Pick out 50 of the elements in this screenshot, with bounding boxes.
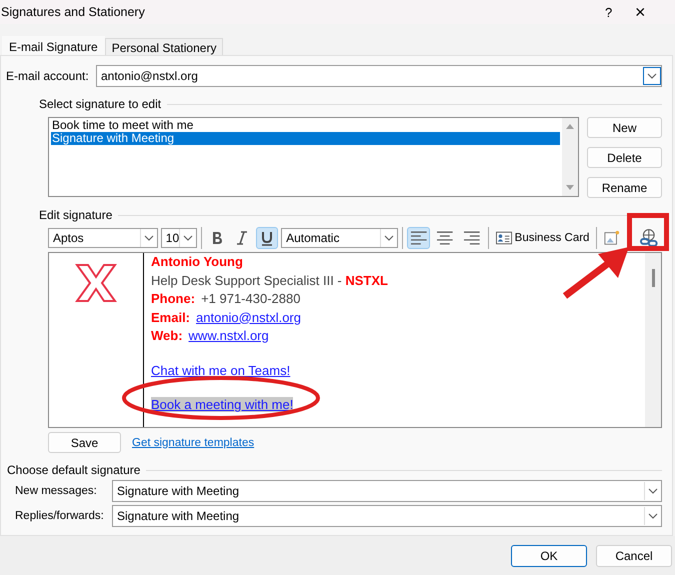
dialog-button[interactable]: Rename <box>587 177 662 198</box>
save-button[interactable]: Save <box>48 432 121 453</box>
scrollbar-thumb[interactable] <box>652 269 654 287</box>
align-left-icon <box>410 229 428 247</box>
help-button[interactable]: ? <box>605 4 635 20</box>
align-right-icon <box>463 229 481 247</box>
field-label: Email: <box>151 310 190 324</box>
dialog-button[interactable]: Cancel <box>596 544 672 566</box>
list-item[interactable]: Signature with Meeting <box>51 132 560 145</box>
x-logo-icon <box>75 264 117 302</box>
field-label: New messages: <box>14 485 98 497</box>
tab[interactable]: E-mail Signature <box>2 36 105 55</box>
business-card-button[interactable]: Business Card <box>492 227 592 249</box>
align-center-icon <box>436 229 454 247</box>
list-item[interactable]: Book time to meet with me <box>51 119 560 132</box>
field-label: Web: <box>151 328 183 343</box>
tab[interactable]: Personal Stationery <box>104 38 224 55</box>
dialog-button[interactable]: New <box>587 117 662 138</box>
dialog-button[interactable]: OK <box>511 544 587 566</box>
window-title: Signatures and Stationery <box>0 5 146 19</box>
group-title: Select signature to edit <box>39 97 162 111</box>
globe-link-icon <box>639 228 660 248</box>
color-dropdown[interactable]: Automatic <box>281 228 398 248</box>
signature-name: Antonio Young <box>151 254 243 269</box>
align-left-button[interactable] <box>406 227 430 249</box>
size-dropdown[interactable]: 10 <box>160 228 198 248</box>
signature-editor[interactable]: Antonio Young Help Desk Support Specialist III - NSTXL Phone: +1 971-430-2880 Email: antonio@nstxl.org Web: www.nstxl.org Chat with me on Teams! Book a meeting with me! <box>48 252 662 428</box>
field-label: Phone: <box>151 291 196 306</box>
signature-link[interactable]: Book a meeting with me! <box>151 397 294 412</box>
underline-button[interactable] <box>256 227 278 249</box>
field-label: Replies/forwards: <box>14 510 105 522</box>
company-name: NSTXL <box>345 272 388 288</box>
signature-link[interactable]: www.nstxl.org <box>188 328 269 343</box>
field-label: E-mail account: <box>6 69 90 83</box>
signature-dropdown[interactable]: Signature with Meeting <box>112 480 662 502</box>
contact-card-icon <box>496 231 512 245</box>
highlight-box <box>627 213 669 251</box>
account-dropdown[interactable]: antonio@nstxl.org <box>96 65 662 87</box>
signature-text: Help Desk Support Specialist III - <box>151 272 343 288</box>
group-title: Choose default signature <box>7 463 140 477</box>
signature-dropdown[interactable]: Signature with Meeting <box>112 505 662 527</box>
signature-link[interactable]: antonio@nstxl.org <box>196 310 301 324</box>
close-button[interactable]: × <box>635 2 675 22</box>
signature-text: +1 971-430-2880 <box>201 291 300 306</box>
group-title: Edit signature <box>39 208 112 222</box>
templates-link[interactable]: Get signature templates <box>132 436 254 448</box>
dialog-button[interactable]: Delete <box>587 147 662 168</box>
signature-link[interactable]: Chat with me on Teams! <box>151 362 290 378</box>
image-icon <box>604 229 620 247</box>
font-dropdown[interactable]: Aptos <box>48 228 158 248</box>
